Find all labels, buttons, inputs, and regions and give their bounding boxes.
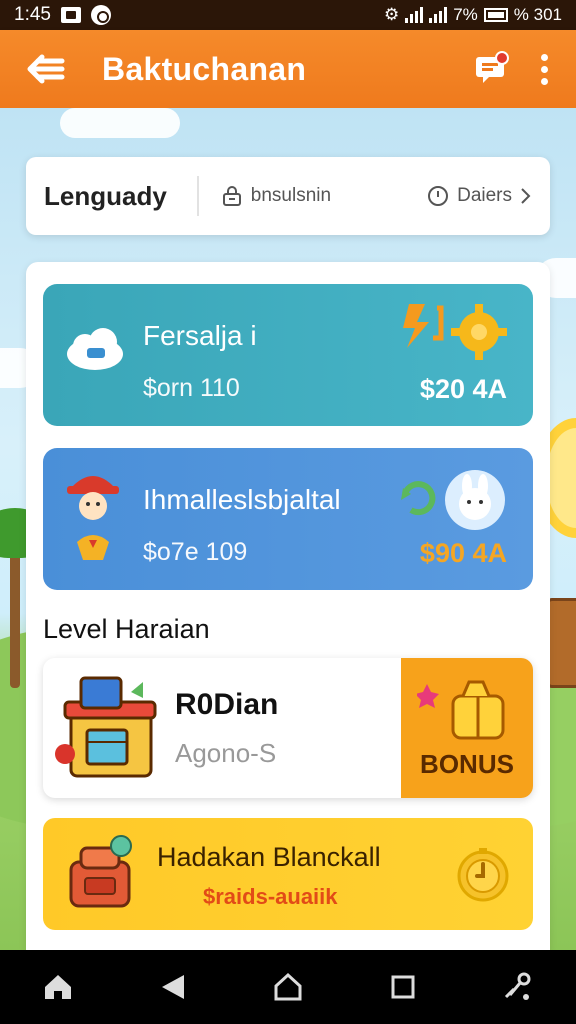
bonus-label: BONUS	[420, 749, 514, 779]
lock-icon	[222, 186, 241, 206]
filter-title[interactable]: Lenguady	[44, 181, 167, 212]
system-nav-bar	[0, 950, 576, 1024]
status-right-text: % 301	[513, 5, 562, 24]
filter-tab-right[interactable]: Daiers	[427, 185, 532, 207]
chest-decoration	[546, 598, 576, 688]
back-arrow-icon[interactable]	[24, 47, 68, 91]
offer-sub: $o7e 109	[143, 538, 248, 566]
accessibility-icon[interactable]	[490, 959, 546, 1015]
bunny-icon	[399, 470, 509, 539]
page-title: Baktuchanan	[102, 50, 307, 87]
status-left: 1:45	[14, 4, 111, 26]
offer-sub: $orn 110	[143, 374, 240, 402]
offer-card-1[interactable]: Fersalja i $orn 110 $20 4A	[43, 284, 533, 426]
cloud-chat-icon	[63, 324, 127, 381]
offer-amount: $20 4A	[419, 374, 507, 404]
level-name: R0Dian	[175, 688, 279, 721]
promo-title: Hadakan Blanckall	[157, 842, 381, 872]
main-panel: Fersalja i $orn 110 $20 4A Ihmalleslsbja…	[26, 262, 550, 952]
app-header: Baktuchanan	[0, 30, 576, 108]
section-title: Level Haraian	[43, 614, 210, 644]
image-icon	[60, 7, 81, 23]
back-triangle-icon[interactable]	[145, 959, 201, 1015]
filter-card: Lenguady bnsulsnin Daiers	[26, 157, 550, 235]
status-right: ⚙ 7% % 301	[384, 5, 562, 25]
offer-amount: $90 4A	[419, 538, 507, 568]
offer-card-2[interactable]: Ihmalleslsbjaltal $o7e 109 $90 4A	[43, 448, 533, 590]
home-icon[interactable]	[30, 959, 86, 1015]
promo-card[interactable]: Hadakan Blanckall $raids-auaiik	[43, 818, 533, 930]
notification-icon[interactable]	[471, 49, 511, 89]
bonus-button[interactable]: BONUS	[401, 658, 533, 798]
tree-decoration	[10, 538, 20, 688]
filter-tab-right-label: Daiers	[457, 185, 512, 206]
divider	[196, 176, 199, 216]
signal-text: 7%	[453, 5, 478, 24]
stopwatch-icon	[455, 846, 511, 907]
signal-icon	[405, 7, 424, 23]
signal-icon-2	[429, 7, 448, 23]
vibrate-icon: ⚙	[383, 5, 400, 24]
more-vert-icon[interactable]	[537, 48, 552, 91]
notification-badge	[495, 51, 509, 65]
backpack-icon	[57, 832, 141, 921]
header-actions	[471, 48, 552, 91]
character-icon	[63, 468, 123, 577]
level-card[interactable]: R0Dian Agono-S BONUS	[43, 658, 533, 798]
status-time: 1:45	[14, 4, 51, 25]
filter-tab-left-label: bnsulsnin	[250, 185, 332, 206]
gear-lightning-icon	[399, 298, 509, 367]
chevron-right-icon	[521, 188, 531, 204]
home-circle-icon[interactable]	[260, 959, 316, 1015]
offer-name: Fersalja i	[143, 320, 257, 351]
promo-sub: $raids-auaiik	[203, 884, 338, 909]
gift-box-icon	[417, 680, 505, 740]
level-sub: Agono-S	[175, 738, 277, 768]
clock-icon	[428, 186, 449, 206]
recents-square-icon[interactable]	[375, 959, 431, 1015]
offer-name: Ihmalleslsbjaltal	[143, 484, 341, 515]
status-bar: 1:45 ⚙ 7% % 301	[0, 0, 576, 30]
shop-chest-icon	[51, 672, 161, 789]
filter-tab-left[interactable]: bnsulsnin	[221, 185, 331, 207]
chat-bubble-icon	[90, 5, 111, 25]
battery-icon	[483, 8, 508, 22]
